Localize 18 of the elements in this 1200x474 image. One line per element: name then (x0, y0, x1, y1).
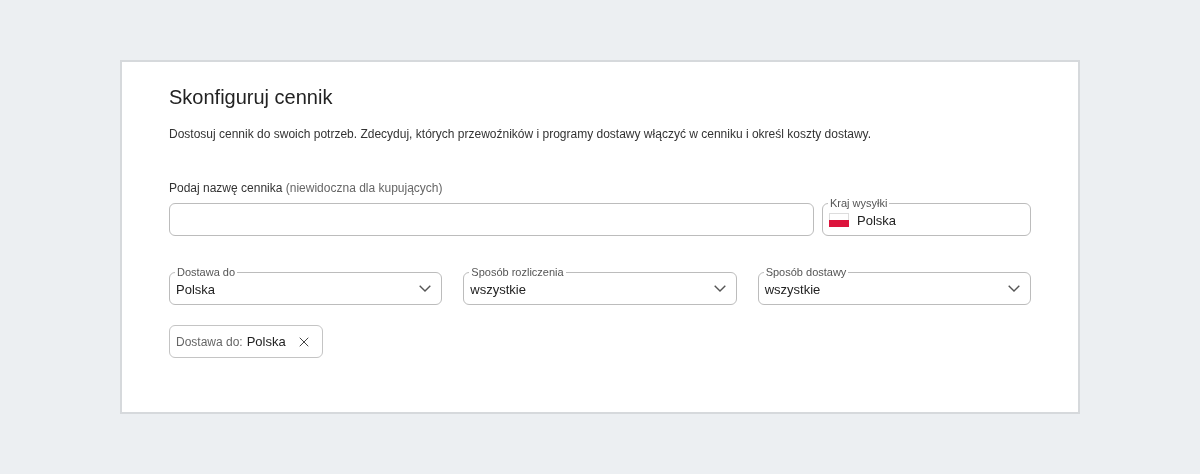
chip-value: Polska (246, 334, 286, 349)
field-value: Polska (176, 282, 217, 297)
chip-label: Dostawa do: (176, 334, 243, 349)
chevron-icon (713, 285, 726, 292)
flag-icon (829, 212, 849, 227)
field-value: wszystkie (764, 282, 822, 297)
field-value: wszystkie (470, 282, 527, 297)
description-text: Dostosuj cennik do swoich potrzeb. Zdecyduj, których przewoźników i programy dostawy włączyć w cenniku i określ koszty dostawy. (169, 127, 873, 141)
chevron-icon (1008, 285, 1020, 292)
field-label: Podaj nazwę cennika (niewidoczna dla kupujących) (169, 181, 444, 195)
chevron-icon (419, 285, 432, 292)
name-input-field[interactable] (169, 203, 814, 236)
field-label: Sposób rozliczenia (469, 265, 566, 279)
field-label: Dostawa do (175, 265, 238, 279)
field-label: Kraj wysyłki (828, 196, 890, 210)
page-title: Skonfiguruj cennik (169, 86, 334, 109)
field-value: Polska (857, 213, 898, 228)
field-label: Sposób dostawy (763, 265, 849, 279)
